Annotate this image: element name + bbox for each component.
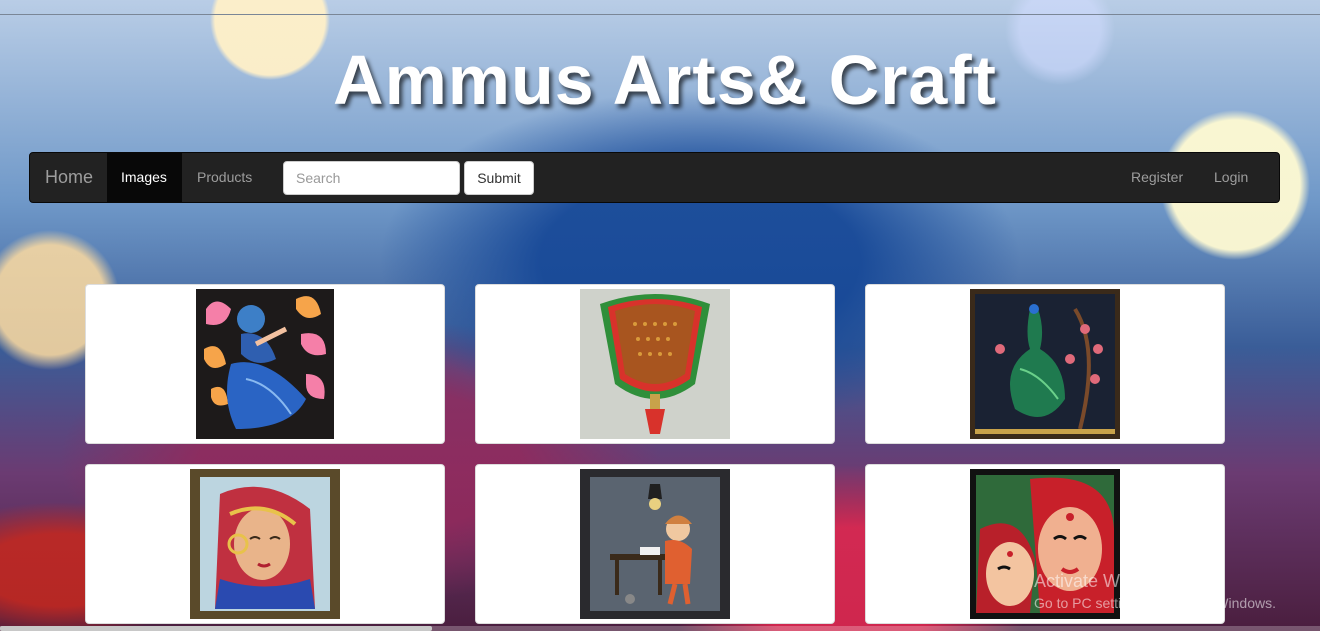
horizontal-scrollbar-thumb[interactable]: [0, 626, 432, 631]
gallery-card-writer[interactable]: [475, 464, 835, 624]
page-background: Ammus Arts& Craft Home Images Products S…: [0, 0, 1320, 631]
nav-products-link[interactable]: Products: [182, 153, 267, 202]
search-input[interactable]: [283, 161, 460, 195]
horizontal-scrollbar[interactable]: [0, 626, 1320, 631]
gallery-card-dancer[interactable]: [85, 284, 445, 444]
windows-watermark-subtitle: Go to PC settings to activate Windows.: [1034, 595, 1276, 611]
writer-painting-image: [580, 469, 730, 619]
crown-hanging-image: [580, 289, 730, 439]
site-title: Ammus Arts& Craft: [333, 41, 997, 119]
nav-register-link[interactable]: Register: [1116, 153, 1198, 202]
gallery-card-peacock[interactable]: [865, 284, 1225, 444]
gallery-card-crown[interactable]: [475, 284, 835, 444]
peacock-painting-image: [970, 289, 1120, 439]
navbar: Home Images Products Submit Register Log…: [29, 152, 1280, 203]
nav-home-link[interactable]: Home: [30, 153, 108, 202]
nav-images-link[interactable]: Images: [107, 153, 182, 202]
nav-login-link[interactable]: Login: [1199, 153, 1263, 202]
dancer-painting-image: [196, 289, 334, 439]
gallery-card-bride[interactable]: [85, 464, 445, 624]
bride-painting-image: [190, 469, 340, 619]
submit-button[interactable]: Submit: [464, 161, 534, 195]
windows-watermark-title: Activate Windows: [1034, 571, 1177, 591]
top-divider: [0, 14, 1320, 15]
